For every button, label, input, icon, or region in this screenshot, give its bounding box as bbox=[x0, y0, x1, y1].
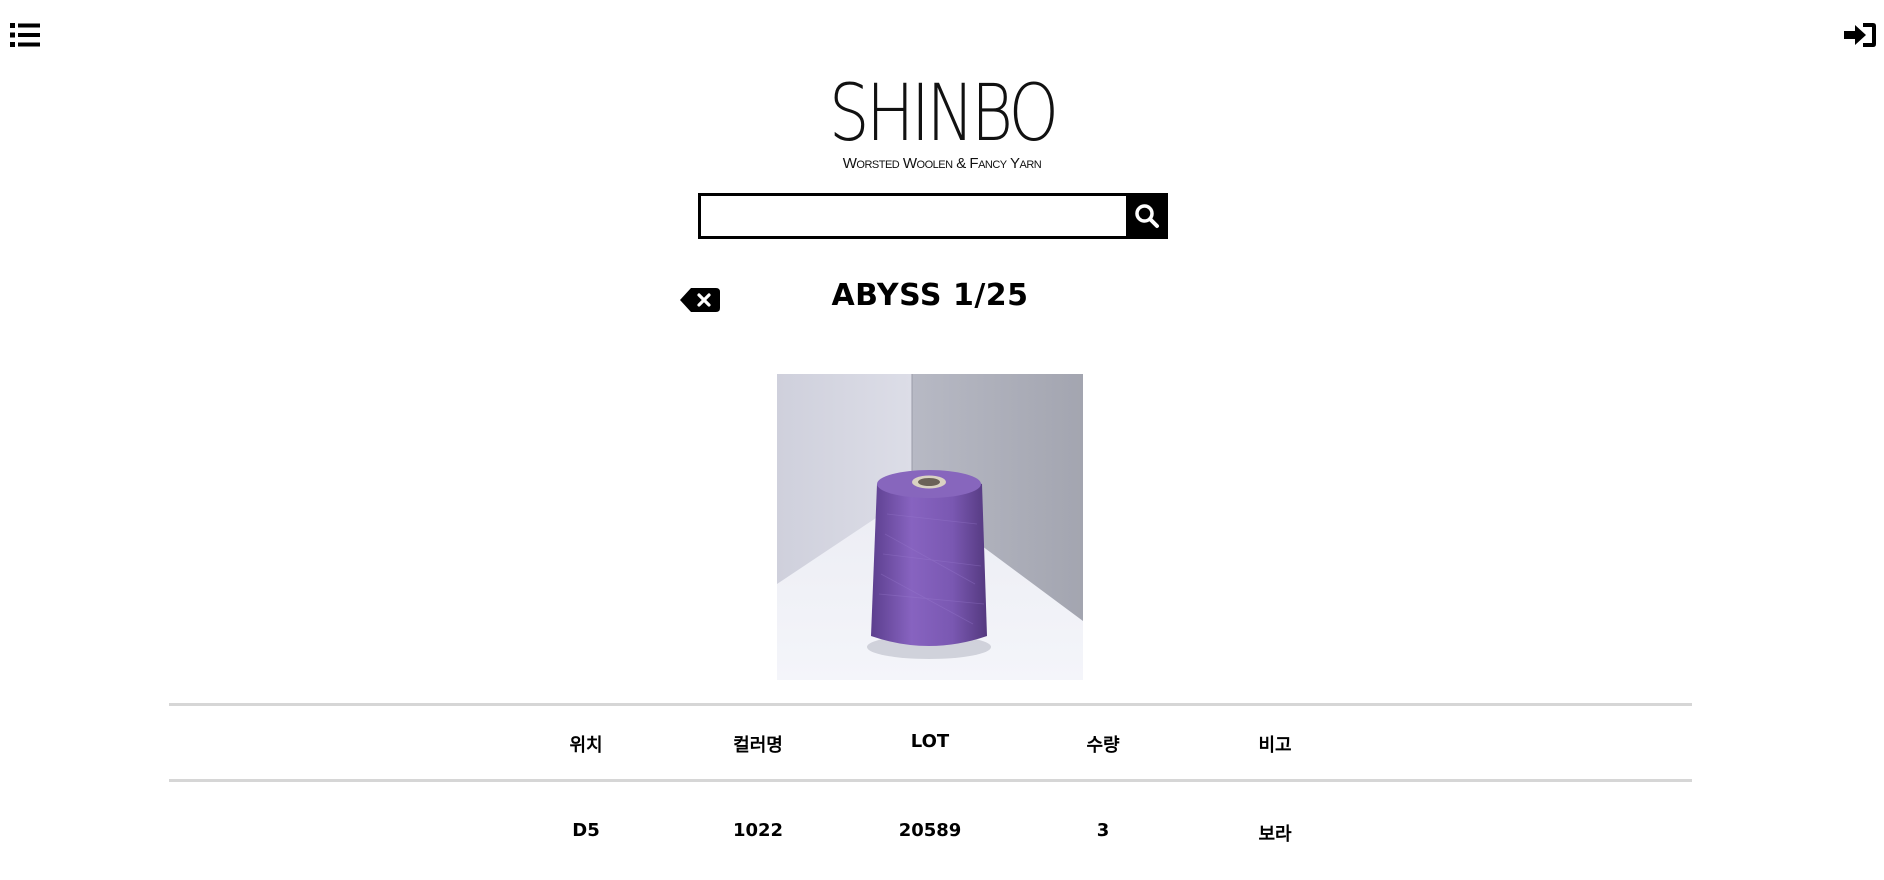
cell-note: 보라 bbox=[1258, 824, 1292, 845]
search-icon bbox=[1135, 204, 1159, 228]
logo-tagline: Worsted Woolen & Fancy Yarn bbox=[842, 155, 1042, 172]
logo[interactable]: SHINBO bbox=[0, 74, 1884, 154]
sign-in-icon[interactable] bbox=[1844, 20, 1878, 50]
cell-lot: 20589 bbox=[898, 820, 962, 841]
search-button[interactable] bbox=[1126, 193, 1168, 239]
cell-color-name: 1022 bbox=[732, 820, 784, 841]
page: SHINBO Worsted Woolen & Fancy Yarn ABYSS… bbox=[0, 0, 1884, 880]
cell-quantity: 3 bbox=[1096, 820, 1110, 841]
product-title: ABYSS 1/25 bbox=[831, 278, 1029, 313]
table-header-divider bbox=[169, 779, 1692, 782]
product-image[interactable] bbox=[777, 374, 1083, 680]
table-top-divider bbox=[169, 703, 1692, 706]
search-input[interactable] bbox=[698, 193, 1126, 239]
header-color-name: 컬러명 bbox=[733, 735, 783, 756]
header-location: 위치 bbox=[569, 735, 603, 756]
list-icon[interactable] bbox=[10, 22, 40, 48]
header-lot: LOT bbox=[910, 731, 950, 752]
search-bar bbox=[698, 193, 1168, 239]
header-note: 비고 bbox=[1258, 735, 1292, 756]
header-quantity: 수량 bbox=[1086, 735, 1120, 756]
logo-wordmark: SHINBO bbox=[828, 69, 1059, 159]
cell-location: D5 bbox=[572, 820, 600, 841]
